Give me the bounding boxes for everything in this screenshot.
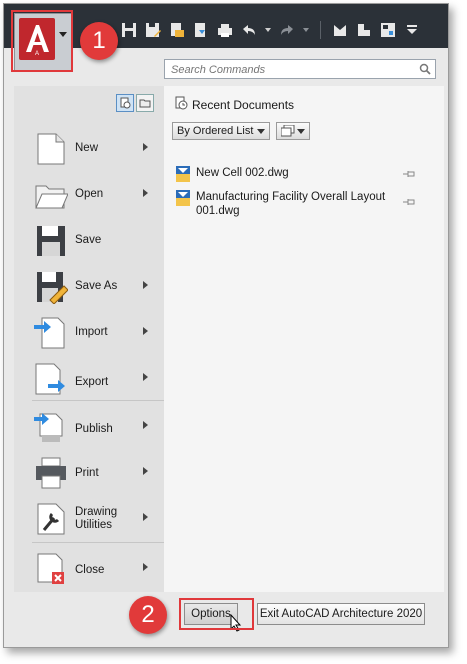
menu-item-import[interactable]: Import bbox=[14, 310, 164, 354]
menu-item-open[interactable]: Open bbox=[14, 172, 164, 216]
submenu-arrow-icon bbox=[143, 327, 148, 335]
customize-icon[interactable] bbox=[403, 21, 421, 39]
redo-dropdown-icon[interactable] bbox=[302, 21, 310, 39]
menu-item-label: Export bbox=[75, 376, 109, 388]
open-from-web-icon[interactable] bbox=[168, 21, 186, 39]
close-document-icon bbox=[34, 552, 68, 586]
recent-documents-title: Recent Documents bbox=[192, 98, 295, 112]
menu-item-label: Print bbox=[75, 467, 99, 479]
open-documents-view-icon[interactable] bbox=[136, 94, 154, 112]
menu-divider bbox=[32, 542, 164, 543]
save-to-web-icon[interactable] bbox=[192, 21, 210, 39]
export-icon bbox=[34, 362, 68, 396]
menu-item-label: Open bbox=[75, 188, 104, 200]
plot-icon[interactable] bbox=[216, 21, 234, 39]
exit-button-label: Exit AutoCAD Architecture 2020 bbox=[259, 608, 423, 620]
menu-item-close[interactable]: Close bbox=[14, 546, 164, 590]
menu-divider bbox=[32, 400, 164, 401]
quick-access-icons bbox=[120, 21, 421, 39]
workspace-icon[interactable] bbox=[379, 21, 397, 39]
icons-view-icon bbox=[280, 124, 295, 140]
printer-icon bbox=[34, 456, 68, 490]
undo-icon[interactable] bbox=[240, 21, 258, 39]
publish-icon bbox=[34, 410, 68, 444]
chevron-down-icon bbox=[297, 129, 305, 134]
open-folder-icon bbox=[34, 178, 69, 212]
menu-item-export[interactable]: Export bbox=[14, 356, 164, 400]
menu-item-label: Import bbox=[75, 326, 108, 338]
callout-highlight-app-button bbox=[11, 10, 73, 72]
menu-item-label: Close bbox=[75, 564, 105, 576]
save-icon[interactable] bbox=[120, 21, 138, 39]
menu-item-publish[interactable]: Publish bbox=[14, 404, 164, 448]
menu-item-label: Publish bbox=[75, 423, 113, 435]
import-icon bbox=[34, 316, 68, 350]
save-as-disk-icon bbox=[34, 270, 69, 305]
view-toggle bbox=[116, 94, 154, 112]
wrench-icon bbox=[34, 502, 68, 536]
menu-item-label: Save As bbox=[75, 280, 118, 292]
menu-item-label: New bbox=[75, 142, 99, 154]
search-commands-box[interactable] bbox=[164, 59, 436, 79]
menu-item-label: Drawing Utilities bbox=[75, 506, 118, 531]
menu-item-new[interactable]: New bbox=[14, 126, 164, 170]
menu-item-label: Save bbox=[75, 234, 102, 246]
application-menu-window: A 1 New bbox=[3, 3, 449, 648]
submenu-arrow-icon bbox=[143, 143, 148, 151]
exit-application-button[interactable]: Exit AutoCAD Architecture 2020 bbox=[257, 603, 425, 625]
recent-document-item[interactable]: New Cell 002.dwg bbox=[174, 166, 434, 182]
submenu-arrow-icon bbox=[143, 421, 148, 429]
pin-icon[interactable] bbox=[402, 196, 416, 210]
sort-order-value: By Ordered List bbox=[177, 125, 254, 137]
dwg-file-icon bbox=[176, 190, 192, 209]
document-name: New Cell 002.dwg bbox=[196, 167, 289, 179]
recent-documents-view-icon[interactable] bbox=[116, 94, 134, 112]
menu-item-save[interactable]: Save bbox=[14, 218, 164, 262]
document-name: Manufacturing Facility Overall Layout 00… bbox=[196, 191, 386, 217]
submenu-arrow-icon bbox=[143, 373, 148, 381]
callout-badge-one: 1 bbox=[80, 22, 118, 60]
new-document-icon bbox=[34, 132, 68, 166]
submenu-arrow-icon bbox=[143, 513, 148, 521]
dwg-file-icon bbox=[176, 166, 192, 185]
design-feed-icon[interactable] bbox=[355, 21, 373, 39]
menu-item-print[interactable]: Print bbox=[14, 450, 164, 494]
save-disk-icon bbox=[34, 224, 68, 258]
menu-item-drawing-utilities[interactable]: Drawing Utilities bbox=[14, 496, 164, 540]
callout-badge-two: 2 bbox=[129, 596, 167, 634]
recent-documents-icon bbox=[174, 96, 188, 113]
sort-order-dropdown[interactable]: By Ordered List bbox=[172, 122, 270, 140]
submenu-arrow-icon bbox=[143, 281, 148, 289]
submenu-arrow-icon bbox=[143, 563, 148, 571]
redo-icon[interactable] bbox=[278, 21, 296, 39]
bottom-button-bar: Options Exit AutoCAD Architecture 2020 2 bbox=[4, 592, 448, 647]
left-command-column: New Open Save Save As Import Export Publ… bbox=[14, 86, 164, 592]
submenu-arrow-icon bbox=[143, 467, 148, 475]
display-view-dropdown[interactable] bbox=[276, 122, 310, 140]
chevron-down-icon bbox=[257, 129, 265, 134]
callout-highlight-options bbox=[179, 598, 254, 630]
submenu-arrow-icon bbox=[143, 189, 148, 197]
menu-item-save-as[interactable]: Save As bbox=[14, 264, 164, 308]
recent-documents-panel: Recent Documents By Ordered List New Cel… bbox=[164, 86, 444, 592]
save-as-icon[interactable] bbox=[144, 21, 162, 39]
toolbar-separator bbox=[320, 21, 321, 39]
undo-dropdown-icon[interactable] bbox=[264, 21, 272, 39]
pin-icon[interactable] bbox=[402, 168, 416, 182]
search-input[interactable] bbox=[169, 61, 413, 79]
share-icon[interactable] bbox=[331, 21, 349, 39]
search-icon[interactable] bbox=[419, 63, 431, 78]
recent-document-item[interactable]: Manufacturing Facility Overall Layout 00… bbox=[174, 190, 434, 220]
